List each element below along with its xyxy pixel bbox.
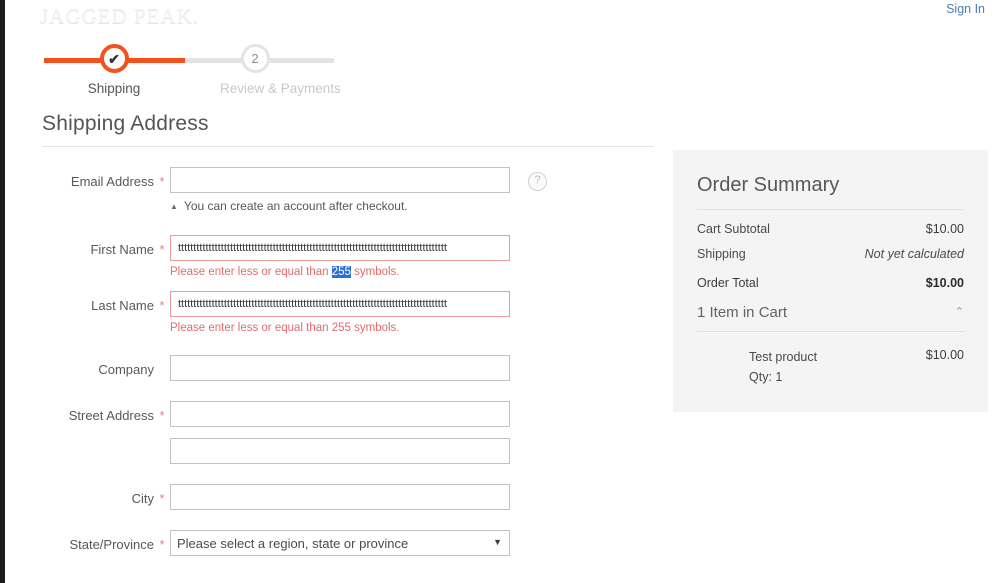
order-total-label: Order Total [697,276,759,290]
left-edge-strip [0,0,5,583]
field-row-street-address-2: * [42,438,654,465]
state-province-select[interactable]: Please select a region, state or provinc… [170,530,510,557]
error-text-selected-value: 255 [331,265,351,278]
page-title: Shipping Address [42,112,209,135]
email-help-text: You can create an account after checkout… [183,199,408,213]
city-field[interactable] [170,484,510,511]
sign-in-link[interactable]: Sign In [946,2,985,16]
last-name-label: Last Name [91,297,154,313]
caret-up-icon: ▲ [170,201,178,211]
chevron-up-icon: ⌃ [954,306,964,318]
cart-item-qty: Qty: 1 [749,369,783,384]
cart-item-name: Test product [749,350,818,364]
field-row-first-name: First Name * Please enter less or equal … [42,234,654,280]
state-province-label: State/Province [69,537,154,553]
cart-item-price: $10.00 [925,348,964,362]
field-row-company: Company * [42,355,654,382]
order-total-value: $10.00 [925,276,964,290]
cart-items-toggle[interactable]: 1 Item in Cart ⌃ [697,304,964,332]
check-icon: ✔ [108,50,120,67]
error-text-suffix: symbols. [350,265,400,278]
field-row-last-name: Last Name * Please enter less or equal t… [42,290,654,336]
site-logo: JAGGED PEAK. [40,4,199,28]
street-address-field-1[interactable] [170,401,510,428]
step-review-label: Review & Payments [220,81,341,96]
error-text-prefix: Please enter less or equal than [170,265,332,278]
last-name-field[interactable] [170,290,510,317]
help-icon[interactable]: ? [528,172,547,191]
email-label: Email Address [70,174,154,189]
field-row-street-address-1: Street Address * [42,401,654,428]
field-row-state-province: State/Province * Please select a region,… [42,530,654,557]
street-address-label: Street Address [68,408,154,424]
progress-step-shipping[interactable]: ✔ Shipping [79,44,149,96]
first-name-required-marker: * [159,241,165,257]
last-name-required-marker: * [159,297,165,313]
company-required-marker: * [154,355,170,377]
street-address-field-2[interactable] [170,438,510,465]
summary-row-shipping: Shipping Not yet calculated [697,247,964,261]
city-required-marker: * [159,491,165,507]
section-divider [42,146,654,147]
step-shipping-circle: ✔ [99,44,129,73]
company-field[interactable] [170,355,510,382]
step-number-label: 2 [251,51,259,66]
street-address-required-marker: * [159,408,165,424]
summary-row-order-total: Order Total $10.00 [697,276,964,290]
last-name-error-message: Please enter less or equal than 255 symb… [170,321,400,334]
checkout-progress-bar: ✔ Shipping 2 Review & Payments [44,44,341,104]
cart-items-count-label: 1 Item in Cart [697,304,788,321]
cart-subtotal-label: Cart Subtotal [697,222,770,236]
street-address-label-2 [42,438,154,445]
field-row-city: City * [42,484,654,511]
step-shipping-label: Shipping [87,81,141,96]
first-name-field[interactable] [170,234,510,261]
email-field[interactable] [170,167,510,193]
company-label: Company [98,362,154,378]
city-label: City [131,491,154,507]
order-summary-panel: Order Summary Cart Subtotal $10.00 Shipp… [673,150,988,412]
shipping-cost-value: Not yet calculated [864,247,964,261]
field-row-email: Email Address * ▲ You can create an acco… [42,167,654,215]
summary-row-cart-subtotal: Cart Subtotal $10.00 [697,222,964,236]
street-address-2-required-marker: * [154,438,170,460]
step-review-circle: 2 [240,44,270,73]
first-name-error-message: Please enter less or equal than 255 symb… [170,265,510,280]
email-help-note: ▲ You can create an account after checko… [170,199,510,215]
order-summary-title: Order Summary [697,174,840,196]
list-item: Test product Qty: 1 $10.00 [697,348,964,384]
shipping-address-form: Shipping Address Email Address * ▲ You c… [42,112,654,563]
email-required-marker: * [159,174,165,189]
cart-subtotal-value: $10.00 [925,222,964,236]
shipping-cost-label: Shipping [697,247,746,261]
order-summary-divider [697,209,964,210]
state-province-required-marker: * [159,537,165,553]
checkout-page: JAGGED PEAK. Sign In ✔ Shipping 2 Review… [0,0,999,583]
first-name-label: First Name [90,241,154,257]
progress-step-review-payments[interactable]: 2 Review & Payments [220,44,341,96]
